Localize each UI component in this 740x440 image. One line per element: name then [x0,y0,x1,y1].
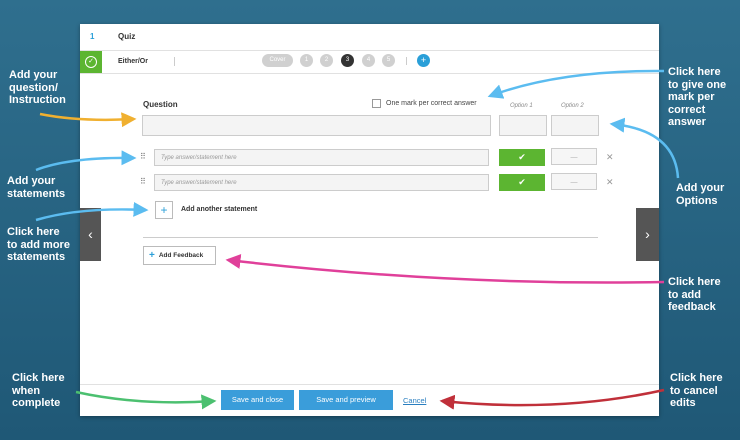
annotation-cancel: Click here to cancel edits [670,372,723,410]
top-bar: 1 Quiz [80,24,659,51]
option1-input[interactable] [499,115,547,136]
drag-handle-icon[interactable]: ⠿ [140,177,146,186]
statement-input[interactable]: Type answer/statement here [154,149,489,166]
annotation-more-statements-text: Click here to add more statements [7,226,70,263]
add-step-button[interactable]: + [417,54,430,67]
option1-toggle[interactable]: ✔ [499,174,545,191]
quiz-number: 1 [90,32,95,41]
annotation-question: Add your question/ Instruction [9,69,66,107]
save-and-close-button[interactable]: Save and close [221,390,294,410]
divider [143,237,598,238]
delete-icon[interactable]: ✕ [606,177,614,188]
next-arrow-icon[interactable]: › [636,208,659,261]
option2-input[interactable] [551,115,599,136]
one-mark-label: One mark per correct answer [386,100,477,107]
option2-toggle[interactable]: — [551,173,597,190]
annotation-feedback: Click here to add feedback [668,276,721,314]
annotation-statements: Add your statements [7,175,65,200]
step-cover[interactable]: Cover [262,54,293,67]
one-mark-checkbox[interactable] [372,99,381,108]
option2-label: Option 2 [561,103,584,109]
cancel-link[interactable]: Cancel [403,396,426,405]
editor-panel: 1 Quiz ✓ Either/Or Cover 1 2 3 4 5 + Que… [80,24,659,416]
question-type: Either/Or [118,58,148,65]
footer-divider [80,384,659,385]
add-statement-label[interactable]: Add another statement [181,206,257,213]
delete-icon[interactable]: ✕ [606,152,614,163]
annotation-cancel-text: Click here to cancel edits [670,372,723,409]
annotation-one-mark: Click here to give one mark per correct … [668,66,726,129]
divider [174,57,175,66]
divider [406,57,407,65]
annotation-one-mark-text: Click here to give one mark per correct … [668,66,727,128]
step-1[interactable]: 1 [300,54,313,67]
statement-input[interactable]: Type answer/statement here [154,174,489,191]
save-and-preview-button[interactable]: Save and preview [299,390,393,410]
annotation-more-statements: Click here to add more statements [7,226,70,264]
question-input[interactable] [142,115,491,136]
add-feedback-button[interactable]: + Add Feedback [143,246,216,265]
plus-icon: + [149,250,155,261]
drag-handle-icon[interactable]: ⠿ [140,152,146,161]
step-5[interactable]: 5 [382,54,395,67]
annotation-options-text: Add your Options [676,182,725,207]
question-type-bar: ✓ Either/Or Cover 1 2 3 4 5 + [80,51,659,74]
option1-label: Option 1 [510,103,533,109]
option2-toggle[interactable]: — [551,148,597,165]
step-4[interactable]: 4 [362,54,375,67]
annotation-complete-text: Click here when complete [12,372,65,409]
annotation-complete: Click here when complete [12,372,65,410]
question-label: Question [143,100,178,109]
add-feedback-label: Add Feedback [158,252,204,259]
previous-arrow-icon[interactable]: ‹ [80,208,101,261]
annotation-options: Add your Options [676,182,724,207]
annotation-feedback-text: Click here to add feedback [668,276,721,313]
annotation-statements-text: Add your statements [7,175,66,200]
annotation-question-text: Add your question/ Instruction [9,69,66,106]
quiz-title: Quiz [118,32,136,41]
step-2[interactable]: 2 [320,54,333,67]
option1-toggle[interactable]: ✔ [499,149,545,166]
status-check: ✓ [80,51,102,73]
step-3[interactable]: 3 [341,54,354,67]
add-statement-button[interactable]: + [155,201,173,219]
check-circle-icon: ✓ [85,56,97,68]
